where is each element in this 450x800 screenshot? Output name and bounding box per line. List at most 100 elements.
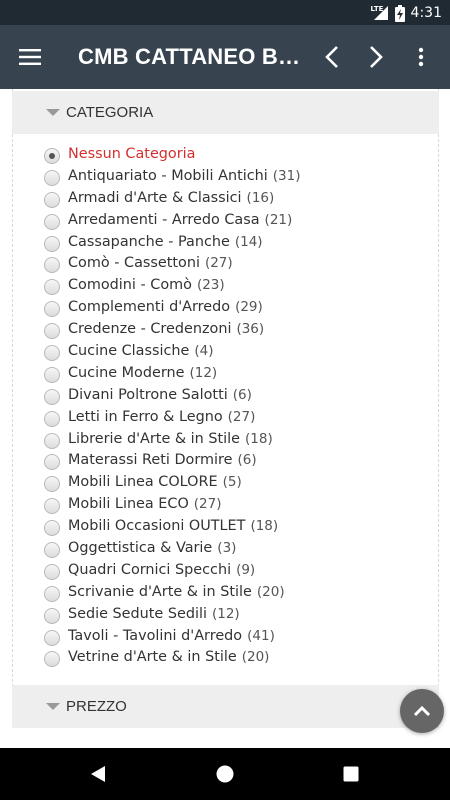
category-count: (27) bbox=[193, 496, 222, 513]
radio-unchecked-icon[interactable] bbox=[44, 169, 60, 186]
radio-checked-icon[interactable] bbox=[44, 147, 60, 164]
category-label: Antiquariato - Mobili Antichi bbox=[68, 167, 268, 184]
radio-unchecked-icon[interactable] bbox=[44, 498, 60, 515]
category-label: Cucine Moderne bbox=[68, 364, 185, 381]
radio-unchecked-icon[interactable] bbox=[44, 344, 60, 361]
category-label: Credenze - Credenzoni bbox=[68, 321, 232, 338]
categoria-header[interactable]: CATEGORIA bbox=[12, 91, 439, 134]
category-count: (3) bbox=[217, 539, 237, 556]
radio-unchecked-icon[interactable] bbox=[44, 563, 60, 580]
forward-arrow-icon bbox=[370, 46, 383, 68]
nav-home-button[interactable] bbox=[195, 748, 255, 800]
radio-unchecked-icon[interactable] bbox=[44, 366, 60, 383]
category-option[interactable]: Comodini - Comò (23) bbox=[44, 274, 300, 296]
category-label: Cucine Classiche bbox=[68, 342, 190, 359]
category-option[interactable]: Divani Poltrone Salotti (6) bbox=[44, 384, 300, 406]
category-option[interactable]: Mobili Linea COLORE (5) bbox=[44, 471, 300, 493]
app-title: CMB CATTANEO BRU... bbox=[78, 44, 310, 69]
category-count: (9) bbox=[236, 561, 256, 578]
nav-back-button[interactable] bbox=[68, 748, 128, 800]
category-option[interactable]: Materassi Reti Dormire (6) bbox=[44, 449, 300, 471]
category-label: Librerie d'Arte & in Stile bbox=[68, 430, 240, 447]
categoria-title: CATEGORIA bbox=[66, 104, 154, 121]
radio-unchecked-icon[interactable] bbox=[44, 191, 60, 208]
category-option[interactable]: Complementi d'Arredo (29) bbox=[44, 296, 300, 318]
radio-unchecked-icon[interactable] bbox=[44, 541, 60, 558]
radio-unchecked-icon[interactable] bbox=[44, 585, 60, 602]
home-icon bbox=[216, 765, 234, 783]
category-count: (18) bbox=[250, 518, 279, 535]
back-arrow-button[interactable] bbox=[310, 25, 354, 89]
more-vert-icon bbox=[418, 47, 424, 67]
category-option[interactable]: Sedie Sedute Sedili (12) bbox=[44, 603, 300, 625]
radio-unchecked-icon[interactable] bbox=[44, 279, 60, 296]
radio-unchecked-icon[interactable] bbox=[44, 410, 60, 427]
category-count: (12) bbox=[189, 364, 218, 381]
radio-unchecked-icon[interactable] bbox=[44, 454, 60, 471]
category-label: Quadri Cornici Specchi bbox=[68, 561, 232, 578]
category-option[interactable]: Cassapanche - Panche (14) bbox=[44, 231, 300, 253]
system-nav-bar bbox=[0, 748, 450, 800]
category-count: (21) bbox=[264, 211, 293, 228]
category-label: Armadi d'Arte & Classici bbox=[68, 189, 242, 206]
radio-unchecked-icon[interactable] bbox=[44, 235, 60, 252]
category-option[interactable]: Librerie d'Arte & in Stile (18) bbox=[44, 428, 300, 450]
radio-unchecked-icon[interactable] bbox=[44, 301, 60, 318]
category-count: (16) bbox=[246, 189, 275, 206]
menu-button[interactable] bbox=[0, 25, 60, 89]
category-option[interactable]: Nessun Categoria bbox=[44, 143, 300, 165]
category-option[interactable]: Comò - Cassettoni (27) bbox=[44, 252, 300, 274]
category-count: (20) bbox=[256, 583, 285, 600]
nav-recents-button[interactable] bbox=[321, 748, 381, 800]
category-label: Comò - Cassettoni bbox=[68, 255, 200, 272]
radio-unchecked-icon[interactable] bbox=[44, 476, 60, 493]
caret-down-icon bbox=[46, 109, 60, 116]
more-options-button[interactable] bbox=[398, 25, 444, 89]
category-label: Comodini - Comò bbox=[68, 277, 192, 294]
radio-unchecked-icon[interactable] bbox=[44, 213, 60, 230]
chevron-up-icon bbox=[413, 705, 431, 717]
radio-dot bbox=[49, 152, 55, 159]
signal-icon: LTE bbox=[371, 5, 389, 21]
radio-unchecked-icon[interactable] bbox=[44, 323, 60, 340]
category-count: (5) bbox=[222, 474, 242, 491]
category-count: (31) bbox=[272, 167, 301, 184]
category-count: (6) bbox=[237, 452, 257, 469]
radio-unchecked-icon[interactable] bbox=[44, 257, 60, 274]
category-label: Letti in Ferro & Legno bbox=[68, 408, 223, 425]
recents-icon bbox=[343, 766, 359, 782]
category-label: Materassi Reti Dormire bbox=[68, 452, 233, 469]
back-arrow-icon bbox=[325, 46, 338, 68]
radio-unchecked-icon[interactable] bbox=[44, 520, 60, 537]
forward-arrow-button[interactable] bbox=[354, 25, 398, 89]
radio-unchecked-icon[interactable] bbox=[44, 607, 60, 624]
category-option[interactable]: Vetrine d'Arte & in Stile (20) bbox=[44, 646, 300, 668]
category-option[interactable]: Tavoli - Tavolini d'Arredo (41) bbox=[44, 625, 300, 647]
scroll-to-top-button[interactable] bbox=[400, 689, 444, 733]
radio-unchecked-icon[interactable] bbox=[44, 651, 60, 668]
category-option[interactable]: Mobili Linea ECO (27) bbox=[44, 493, 300, 515]
category-option[interactable]: Credenze - Credenzoni (36) bbox=[44, 318, 300, 340]
category-option[interactable]: Letti in Ferro & Legno (27) bbox=[44, 406, 300, 428]
radio-unchecked-icon[interactable] bbox=[44, 388, 60, 405]
category-count: (27) bbox=[204, 255, 233, 272]
category-count: (41) bbox=[247, 627, 275, 644]
category-option[interactable]: Quadri Cornici Specchi (9) bbox=[44, 559, 300, 581]
category-label: Sedie Sedute Sedili bbox=[68, 605, 207, 622]
category-option[interactable]: Antiquariato - Mobili Antichi (31) bbox=[44, 165, 300, 187]
category-option[interactable]: Arredamenti - Arredo Casa (21) bbox=[44, 209, 300, 231]
prezzo-header[interactable]: PREZZO bbox=[12, 685, 439, 728]
category-option[interactable]: Mobili Occasioni OUTLET (18) bbox=[44, 515, 300, 537]
category-option[interactable]: Cucine Moderne (12) bbox=[44, 362, 300, 384]
category-count: (12) bbox=[211, 605, 240, 622]
radio-unchecked-icon[interactable] bbox=[44, 629, 60, 646]
category-option[interactable]: Scrivanie d'Arte & in Stile (20) bbox=[44, 581, 300, 603]
battery-charging-icon bbox=[394, 4, 405, 22]
category-count: (20) bbox=[241, 649, 270, 666]
category-option[interactable]: Armadi d'Arte & Classici (16) bbox=[44, 187, 300, 209]
category-option[interactable]: Cucine Classiche (4) bbox=[44, 340, 300, 362]
radio-unchecked-icon[interactable] bbox=[44, 432, 60, 449]
category-option[interactable]: Oggettistica & Varie (3) bbox=[44, 537, 300, 559]
menu-icon bbox=[19, 49, 41, 65]
category-count: (27) bbox=[227, 408, 256, 425]
